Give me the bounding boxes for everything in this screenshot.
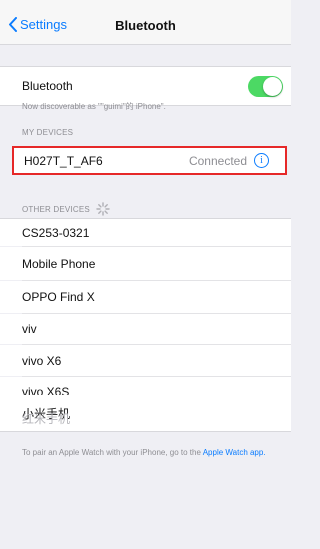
info-icon[interactable]: i: [254, 153, 269, 168]
device-name: CS253-0321: [22, 225, 90, 240]
apple-watch-link[interactable]: Apple Watch app.: [203, 448, 266, 457]
other-devices-label: OTHER DEVICES: [22, 204, 90, 214]
device-name-partial: 红米手机: [22, 412, 71, 426]
bluetooth-toggle[interactable]: [248, 76, 283, 97]
device-row[interactable]: viv: [0, 314, 291, 344]
device-name: vivo X6: [22, 353, 62, 368]
spinner-icon: [96, 202, 110, 216]
nav-bar: Settings Bluetooth: [0, 0, 291, 45]
footer-note: To pair an Apple Watch with your iPhone,…: [22, 448, 272, 458]
toggle-knob: [263, 77, 282, 96]
device-name: Mobile Phone: [22, 256, 96, 271]
bluetooth-row: Bluetooth: [0, 67, 291, 105]
device-row[interactable]: CS253-0321: [0, 219, 291, 246]
bluetooth-label: Bluetooth: [22, 79, 73, 93]
device-row[interactable]: Mobile Phone: [0, 247, 291, 280]
device-status: Connected: [188, 154, 247, 168]
other-devices-header: OTHER DEVICES: [22, 202, 110, 216]
page-title: Bluetooth: [115, 18, 176, 33]
device-row-highlight[interactable]: H027T_T_AF6 Connected i: [12, 146, 287, 175]
device-name: viv: [22, 322, 37, 336]
device-row[interactable]: OPPO Find X: [0, 281, 291, 313]
discoverable-note: Now discoverable as ""guimi"的 iPhone".: [22, 102, 166, 111]
divider: [0, 431, 291, 432]
device-row[interactable]: vivo X6: [0, 345, 291, 376]
device-name: H027T_T_AF6: [24, 154, 103, 168]
my-devices-header: MY DEVICES: [22, 128, 74, 137]
device-name: OPPO Find X: [22, 290, 95, 304]
footer-text: To pair an Apple Watch with your iPhone,…: [22, 448, 201, 457]
